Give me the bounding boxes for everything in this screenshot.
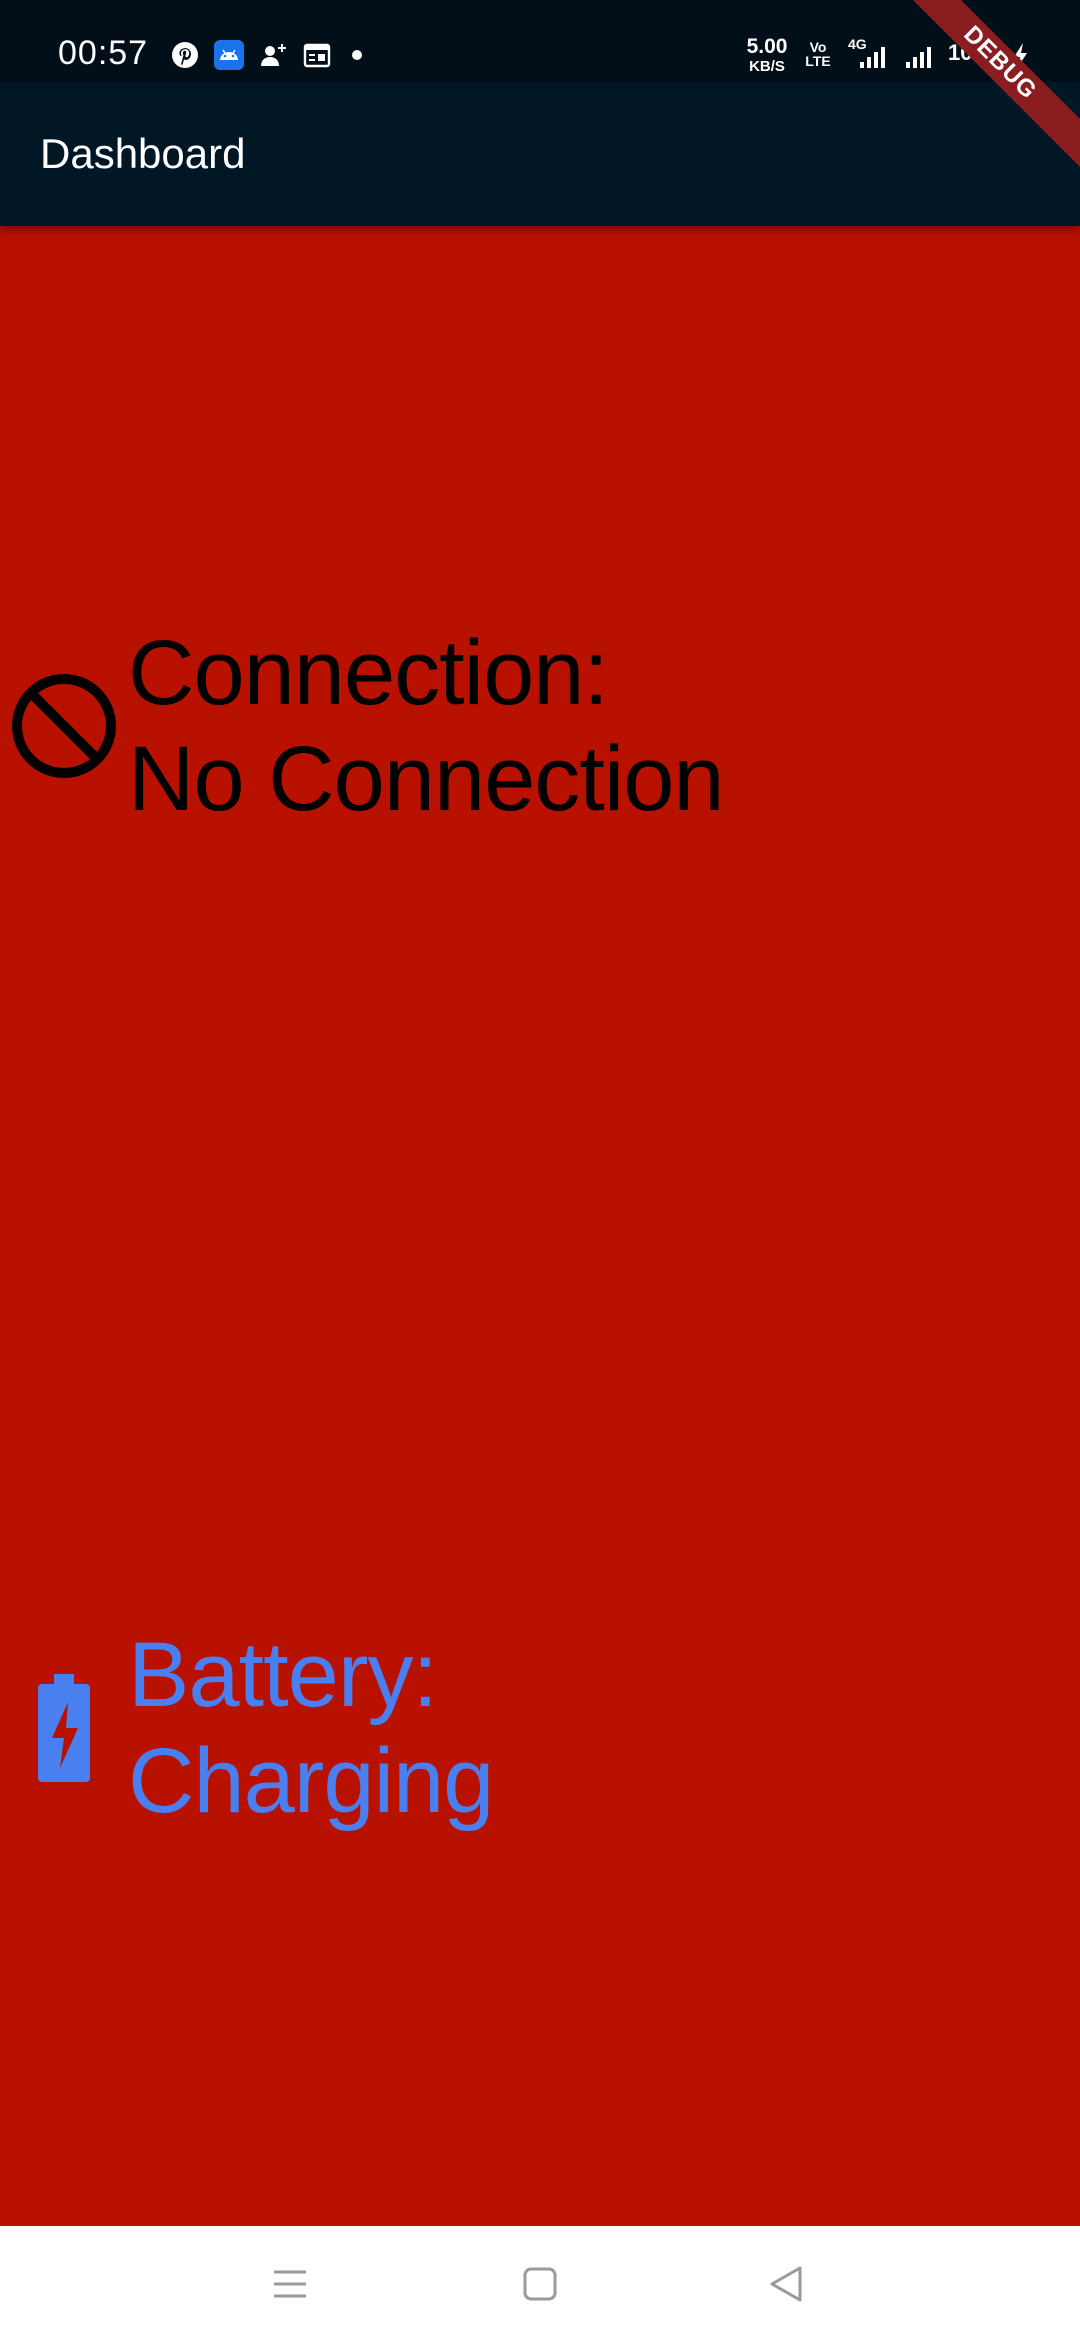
- network-speed: 5.00 KB/S: [740, 36, 794, 74]
- calendar-icon: [302, 40, 332, 70]
- home-icon[interactable]: [512, 2256, 568, 2312]
- volte-bottom: LTE: [805, 53, 831, 69]
- status-bar: 00:57 5.00 KB/S Vo LTE 4G: [0, 0, 1080, 82]
- volte-top: Vo: [809, 39, 827, 55]
- block-icon: [0, 662, 128, 790]
- network-speed-value: 5.00: [746, 35, 788, 58]
- battery-status: Battery: Charging: [0, 1622, 494, 1834]
- battery-charging-icon: [0, 1664, 128, 1792]
- page-title: Dashboard: [40, 130, 246, 177]
- back-icon[interactable]: [758, 2256, 814, 2312]
- connection-label: Connection:: [128, 622, 609, 724]
- battery-value: Charging: [128, 1730, 494, 1832]
- battery-label: Battery:: [128, 1624, 438, 1726]
- android-icon: [214, 40, 244, 70]
- dot-icon: [342, 40, 372, 70]
- person-add-icon: [258, 40, 288, 70]
- connection-status: Connection: No Connection: [0, 620, 725, 832]
- network-speed-unit: KB/S: [749, 58, 785, 75]
- network-type: 4G: [848, 36, 867, 52]
- app-bar: Dashboard: [0, 82, 1080, 226]
- volte-indicator: Vo LTE: [800, 40, 836, 68]
- pinterest-icon: [170, 40, 200, 70]
- connection-text: Connection: No Connection: [128, 620, 725, 832]
- battery-text: Battery: Charging: [128, 1622, 494, 1834]
- status-time: 00:57: [58, 34, 149, 72]
- signal-icon: 4G: [846, 36, 894, 70]
- connection-value: No Connection: [128, 728, 725, 830]
- menu-icon[interactable]: [262, 2256, 318, 2312]
- navigation-bar: [0, 2226, 1080, 2340]
- signal-icon: [900, 40, 940, 70]
